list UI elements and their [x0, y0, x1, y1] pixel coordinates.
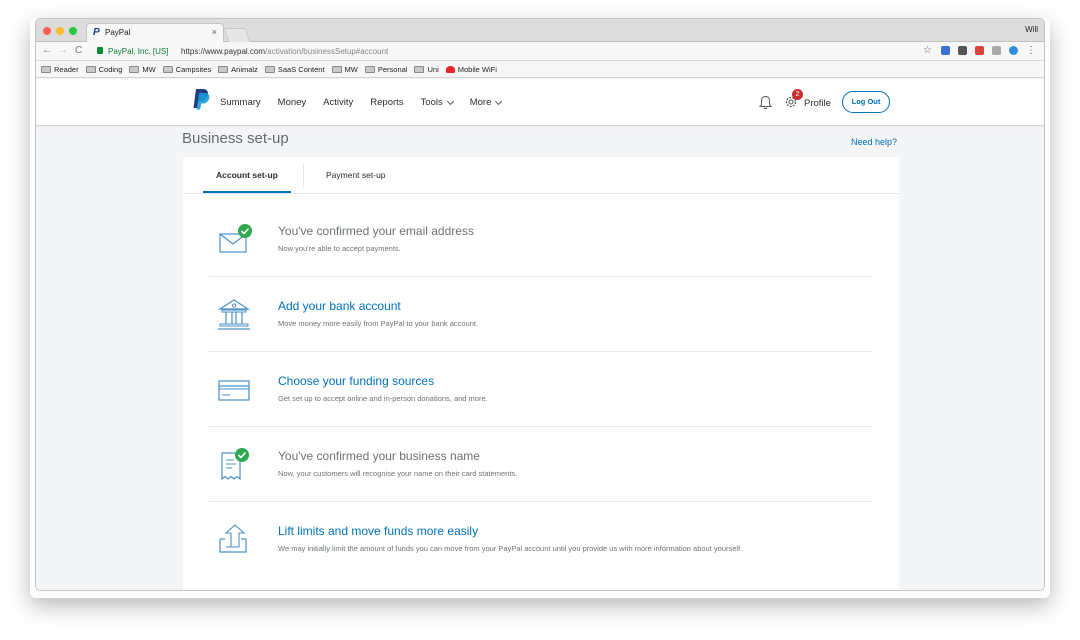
nav-summary[interactable]: Summary — [220, 97, 261, 108]
card-icon — [218, 380, 250, 401]
step-description: Move money more easily from PayPal to yo… — [278, 319, 479, 328]
bookmark-item[interactable]: Animalz — [218, 65, 258, 74]
folder-icon — [162, 65, 173, 73]
tab-account-setup[interactable]: Account set-up — [216, 170, 278, 180]
need-help-link[interactable]: Need help? — [851, 137, 897, 147]
upload-icon — [219, 524, 247, 553]
url-path: /activation/businessSetup#account — [265, 47, 389, 56]
page-title: Business set-up — [182, 130, 289, 147]
step-title: You've confirmed your business name — [278, 449, 480, 463]
star-icon[interactable]: ☆ — [923, 46, 933, 56]
folder-icon — [85, 65, 96, 73]
nav-tools[interactable]: Tools — [420, 97, 454, 108]
folder-icon — [414, 65, 425, 73]
forward-icon[interactable]: → — [58, 45, 68, 56]
step-description: Now you're able to accept payments. — [278, 244, 401, 253]
new-tab-button[interactable] — [223, 28, 251, 42]
nav-reports[interactable]: Reports — [370, 97, 403, 108]
bookmark-item[interactable]: Uni — [414, 65, 439, 74]
tab-payment-setup[interactable]: Payment set-up — [326, 170, 386, 180]
bookmark-item[interactable]: MW — [331, 65, 358, 74]
bookmark-item[interactable]: MW — [129, 65, 156, 74]
step-title: You've confirmed your email address — [278, 224, 474, 238]
close-window-button[interactable] — [43, 27, 51, 35]
folder-icon — [41, 65, 51, 73]
chevron-down-icon — [446, 97, 454, 105]
bookmark-item[interactable]: Coding — [85, 65, 122, 74]
folder-icon — [264, 65, 275, 73]
setup-tabs: Account set-up Payment set-up — [183, 157, 899, 194]
bookmark-item[interactable]: Mobile WiFi — [445, 65, 497, 74]
nav-more[interactable]: More — [469, 97, 503, 108]
tab-close-icon[interactable]: × — [212, 27, 217, 37]
bookmark-item[interactable]: Personal — [364, 65, 407, 74]
folder-icon — [129, 65, 140, 73]
lock-icon — [97, 47, 103, 54]
main-nav: Summary Money Activity Reports Tools Mor… — [220, 97, 518, 108]
url-host: https://www.paypal.com — [181, 47, 266, 56]
bank-icon — [217, 299, 251, 330]
step-description: Now, your customers will recognise your … — [278, 469, 518, 478]
tab-strip: P PayPal × Will — [36, 19, 1044, 42]
logout-button[interactable]: Log Out — [842, 91, 890, 113]
extension-circle-icon[interactable] — [1009, 46, 1018, 55]
nav-money[interactable]: Money — [278, 97, 307, 108]
browser-window: P PayPal × Will ← → C PayPal, Inc. [US] … — [35, 18, 1045, 591]
huawei-icon — [445, 65, 455, 73]
nav-tools-label: Tools — [420, 97, 443, 108]
step-lift-limits[interactable]: Lift limits and move funds more easily W… — [209, 502, 873, 577]
back-icon[interactable]: ← — [42, 45, 52, 56]
receipt-check-icon — [221, 448, 249, 481]
folder-icon — [364, 65, 375, 73]
chevron-down-icon — [495, 97, 503, 105]
browser-menu-icon[interactable]: ⋮ — [1026, 46, 1036, 56]
setup-card: Account set-up Payment set-up You've con… — [183, 157, 899, 590]
step-title-link[interactable]: Add your bank account — [278, 299, 401, 313]
paypal-favicon-icon: P — [93, 27, 100, 38]
browser-toolbar: ← → C PayPal, Inc. [US] https://www.payp… — [36, 42, 1044, 61]
screenshot-stage: P PayPal × Will ← → C PayPal, Inc. [US] … — [0, 0, 1080, 640]
notification-badge: 2 — [792, 89, 803, 100]
maximize-window-button[interactable] — [69, 27, 77, 35]
step-description: We may initially limit the amount of fun… — [278, 544, 743, 553]
active-tab-indicator — [203, 191, 291, 193]
step-add-bank[interactable]: Add your bank account Move money more ea… — [209, 277, 873, 352]
envelope-check-icon — [219, 224, 252, 253]
url-organization[interactable]: PayPal, Inc. [US] — [108, 47, 168, 56]
minimize-window-button[interactable] — [56, 27, 64, 35]
step-title-link[interactable]: Lift limits and move funds more easily — [278, 524, 478, 538]
tab-title: PayPal — [105, 28, 131, 37]
bookmark-item[interactable]: SaaS Content — [264, 65, 325, 74]
extension-red-icon[interactable] — [975, 46, 984, 55]
bookmark-item[interactable]: Campsites — [162, 65, 211, 74]
address-bar[interactable]: https://www.paypal.com/activation/busine… — [181, 47, 388, 56]
paypal-logo-icon[interactable] — [192, 88, 210, 110]
reload-icon[interactable]: C — [75, 45, 82, 56]
nav-activity[interactable]: Activity — [323, 97, 353, 108]
extension-icons: ☆ ⋮ — [923, 46, 1036, 56]
step-confirm-business-name: You've confirmed your business name Now,… — [209, 427, 873, 502]
folder-icon — [331, 65, 342, 73]
extension-gray-icon[interactable] — [992, 46, 1001, 55]
profile-link[interactable]: Profile — [804, 98, 831, 109]
step-title-link[interactable]: Choose your funding sources — [278, 374, 434, 388]
bookmark-item[interactable]: Reader — [41, 65, 79, 74]
folder-icon — [218, 65, 229, 73]
bookmarks-bar: Reader Coding MW Campsites Animalz SaaS … — [36, 61, 1044, 78]
nav-more-label: More — [469, 97, 492, 108]
browser-user[interactable]: Will — [1025, 25, 1038, 34]
step-description: Get set up to accept online and in-perso… — [278, 394, 488, 403]
step-confirm-email: You've confirmed your email address Now … — [209, 202, 873, 277]
pocket-icon[interactable] — [958, 46, 967, 55]
extension-blue-icon[interactable] — [941, 46, 950, 55]
browser-tab[interactable]: P PayPal × — [86, 23, 224, 42]
bell-icon[interactable] — [759, 95, 772, 110]
tab-divider — [303, 163, 304, 187]
paypal-header: Summary Money Activity Reports Tools Mor… — [36, 79, 1044, 126]
step-funding-sources[interactable]: Choose your funding sources Get set up t… — [209, 352, 873, 427]
